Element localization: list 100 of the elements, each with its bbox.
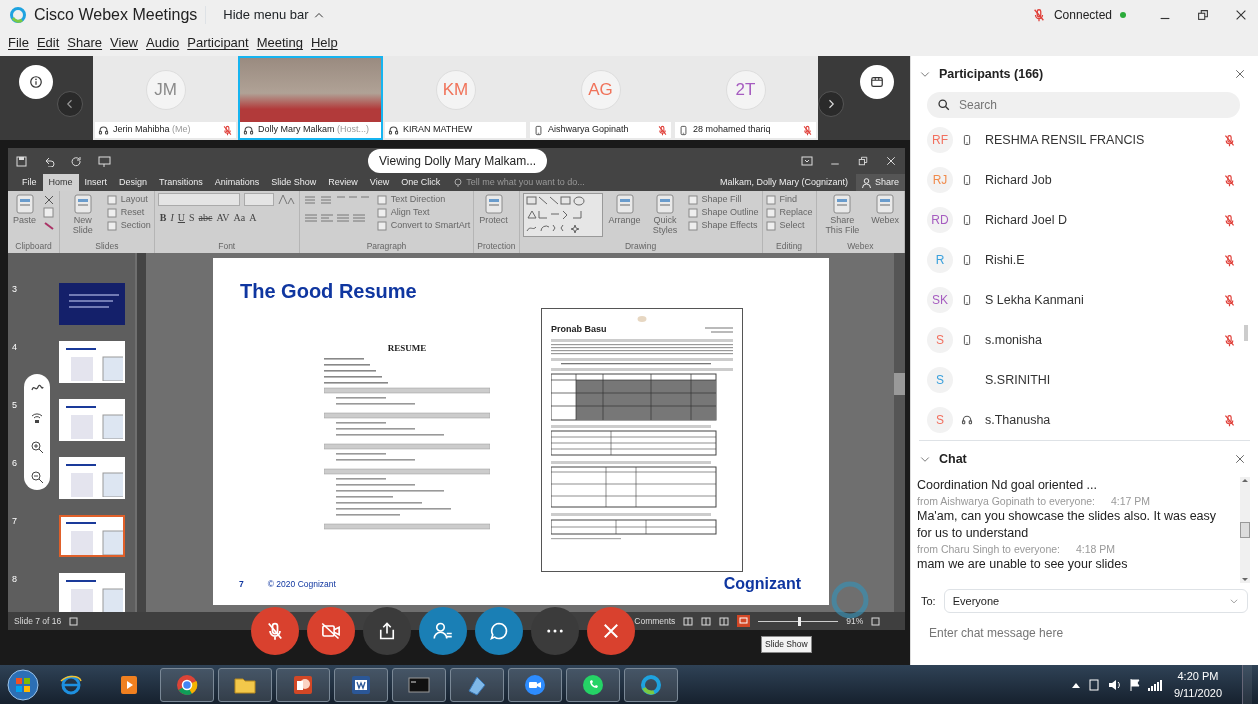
format-button[interactable]: U xyxy=(175,210,187,225)
previous-button[interactable] xyxy=(57,91,83,117)
clipboard-tools-icon[interactable] xyxy=(42,193,56,233)
ribbon-tab[interactable]: Animations xyxy=(208,174,266,191)
comments-button[interactable]: Comments xyxy=(634,614,676,628)
ribbon-button[interactable]: Share This File xyxy=(819,193,866,241)
redo-icon[interactable] xyxy=(71,155,82,167)
menu-item[interactable]: File xyxy=(8,33,29,53)
participant-row[interactable]: S S.SRINITHI xyxy=(911,360,1258,400)
ribbon-button[interactable]: Align Text xyxy=(376,206,471,219)
recipient-dropdown[interactable]: Everyone xyxy=(943,589,1248,613)
ribbon-tab[interactable]: Slide Show xyxy=(265,174,323,191)
layout-button[interactable] xyxy=(860,65,894,99)
slide-thumbnail[interactable] xyxy=(59,573,125,612)
ribbon-tab[interactable]: Design xyxy=(113,174,154,191)
scrollbar-thumb[interactable] xyxy=(1244,325,1248,341)
close-icon[interactable] xyxy=(1234,68,1246,80)
taskbar-button[interactable] xyxy=(450,667,504,702)
restore-icon[interactable] xyxy=(857,155,869,167)
share-content-button[interactable] xyxy=(363,607,411,655)
scrollbar[interactable] xyxy=(137,253,146,612)
zoom-slider-thumb[interactable] xyxy=(798,616,802,626)
ribbon-button[interactable]: Section xyxy=(106,219,151,232)
ribbon-button[interactable]: Reset xyxy=(106,206,151,219)
share-button[interactable]: Share xyxy=(855,174,905,191)
next-button[interactable] xyxy=(818,91,844,117)
slide-thumbnail[interactable] xyxy=(59,399,125,441)
ribbon-button[interactable]: Find xyxy=(765,193,813,206)
signal-icon[interactable] xyxy=(30,410,44,424)
ribbon-button[interactable]: Replace xyxy=(765,206,813,219)
taskbar-button[interactable] xyxy=(276,667,330,702)
participants-button[interactable] xyxy=(419,607,467,655)
zoom-out-icon[interactable] xyxy=(30,470,44,484)
ribbon-button[interactable]: Text Direction xyxy=(376,193,471,206)
tray-arrow-icon[interactable] xyxy=(1071,681,1080,688)
format-button[interactable]: B xyxy=(157,210,169,225)
save-icon[interactable] xyxy=(16,155,27,167)
ribbon-button[interactable]: Layout xyxy=(106,193,151,206)
reading-view-icon[interactable] xyxy=(719,616,730,626)
video-tile[interactable]: 2T 28 mohamed thariq xyxy=(673,56,818,140)
tell-me-field[interactable]: Tell me what you want to do... xyxy=(466,175,585,190)
format-button[interactable]: S xyxy=(187,210,197,225)
zoom-in-icon[interactable] xyxy=(30,440,44,454)
hide-menu-bar-button[interactable]: Hide menu bar xyxy=(222,4,326,26)
menu-item[interactable]: Meeting xyxy=(256,33,303,53)
menu-item[interactable]: View xyxy=(110,33,138,53)
video-tile[interactable]: Dolly Mary Malkam (Host...) xyxy=(238,56,383,140)
normal-view-icon[interactable] xyxy=(683,616,694,626)
volume-icon[interactable] xyxy=(1107,678,1122,691)
format-button[interactable]: I xyxy=(168,210,176,225)
taskbar-button[interactable] xyxy=(508,667,562,702)
ribbon-button[interactable]: New Slide xyxy=(63,193,103,241)
font-size-field[interactable] xyxy=(243,193,274,206)
slide-thumbnail[interactable] xyxy=(59,457,125,499)
video-tile[interactable]: KM KIRAN MATHEW xyxy=(383,56,528,140)
video-tile[interactable]: AG Aishwarya Gopinath xyxy=(528,56,673,140)
ribbon-tab[interactable]: Review xyxy=(322,174,364,191)
slide-thumbnail[interactable] xyxy=(59,341,125,383)
flag-icon[interactable] xyxy=(1129,678,1140,691)
ribbon-options-icon[interactable] xyxy=(801,156,813,166)
taskbar-button[interactable] xyxy=(392,667,446,702)
font-name-field[interactable] xyxy=(157,193,240,206)
ribbon-button[interactable]: Webex xyxy=(869,193,901,241)
slideshow-view-icon[interactable] xyxy=(737,615,751,627)
ribbon-button[interactable]: Shape Effects xyxy=(687,219,759,232)
network-bars-icon[interactable] xyxy=(1147,678,1162,691)
notes-icon[interactable] xyxy=(69,616,79,626)
taskbar-button[interactable] xyxy=(566,667,620,702)
ribbon-tab[interactable]: View xyxy=(363,174,396,191)
ribbon-tab[interactable]: File xyxy=(16,174,43,191)
participant-row[interactable]: S s.monisha xyxy=(911,320,1258,360)
ribbon-button[interactable]: Convert to SmartArt xyxy=(376,219,471,232)
close-icon[interactable] xyxy=(1234,8,1248,22)
format-button[interactable]: A xyxy=(247,210,259,225)
participant-row[interactable]: RD Richard Joel D xyxy=(911,200,1258,240)
presenter-icon[interactable] xyxy=(98,155,111,167)
slide-thumbnail[interactable] xyxy=(59,515,125,557)
menu-item[interactable]: Edit xyxy=(36,33,60,53)
ribbon-button[interactable]: Quick Styles xyxy=(646,193,684,241)
scrollbar-thumb[interactable] xyxy=(1240,522,1250,538)
participant-row[interactable]: SK S Lekha Kanmani xyxy=(911,280,1258,320)
taskbar-button[interactable] xyxy=(334,667,388,702)
shapes-gallery-icon[interactable] xyxy=(522,193,603,237)
participant-row[interactable]: RF RESHMA RENSIL FRANCIS xyxy=(911,120,1258,160)
ribbon-tab[interactable]: Transitions xyxy=(153,174,209,191)
ribbon-tab[interactable]: Insert xyxy=(78,174,114,191)
taskbar-button[interactable] xyxy=(160,667,214,702)
stop-video-button[interactable] xyxy=(307,607,355,655)
ribbon-tab[interactable]: One Click xyxy=(395,174,447,191)
taskbar-button[interactable] xyxy=(218,667,272,702)
info-button[interactable] xyxy=(19,65,53,99)
menu-item[interactable]: Help xyxy=(310,33,338,53)
participant-row[interactable]: RJ Richard Job xyxy=(911,160,1258,200)
format-button[interactable]: abc xyxy=(196,210,215,225)
more-options-button[interactable] xyxy=(531,607,579,655)
chat-button[interactable] xyxy=(475,607,523,655)
menu-item[interactable]: Share xyxy=(67,33,103,53)
search-field[interactable]: Search xyxy=(927,92,1240,118)
participant-row[interactable]: S s.Thanusha xyxy=(911,400,1258,440)
mute-button[interactable] xyxy=(251,607,299,655)
